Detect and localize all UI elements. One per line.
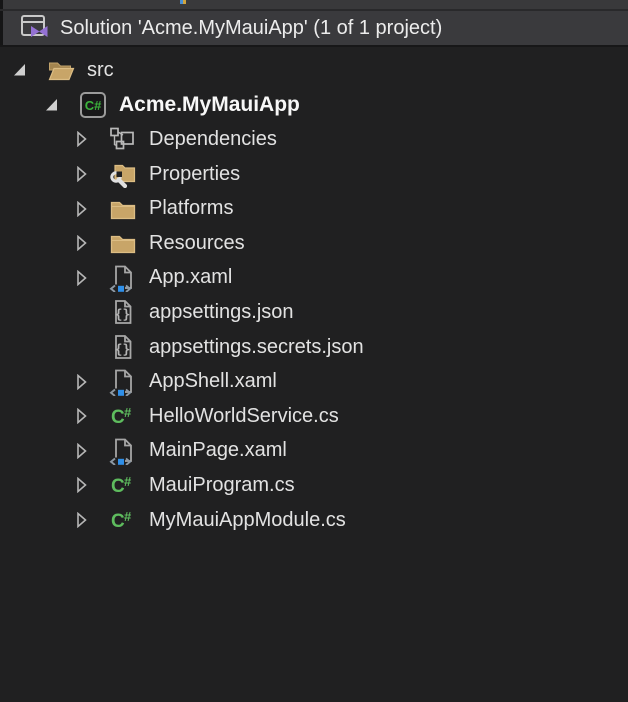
expander-collapsed-icon[interactable] [75,373,103,391]
svg-text:C#: C# [85,98,102,113]
svg-text:#: # [124,474,132,489]
svg-text:C: C [111,476,125,497]
tree-item-src[interactable]: src [0,53,628,88]
tree-item-label: AppShell.xaml [149,370,277,393]
visual-studio-solution-icon [18,13,52,43]
expander-collapsed-icon[interactable] [75,269,103,287]
svg-text:C: C [111,407,125,428]
tree-item-label: src [87,59,114,82]
expander-collapsed-icon[interactable] [75,442,103,460]
svg-text:#: # [124,509,132,524]
json-file-icon: {} [109,333,137,361]
expander-collapsed-icon[interactable] [75,511,103,529]
tree-item-label: MauiProgram.cs [149,474,295,497]
tree-item-label: Acme.MyMauiApp [119,93,300,117]
expander-collapsed-icon[interactable] [75,130,103,148]
dependencies-icon [109,125,137,153]
tree-item-dependencies[interactable]: Dependencies [0,122,628,157]
expander-placeholder [75,338,103,356]
solution-node[interactable]: Solution 'Acme.MyMauiApp' (1 of 1 projec… [0,11,628,45]
csharp-file-icon: C# [109,506,137,534]
csharp-file-icon: C# [109,402,137,430]
xaml-file-icon [109,264,137,292]
tree-item-acme-mymauiapp[interactable]: C# Acme.MyMauiApp [0,88,628,123]
tree-item-label: Dependencies [149,128,277,151]
xaml-file-icon [109,437,137,465]
expander-collapsed-icon[interactable] [75,407,103,425]
tree-item-app-xaml[interactable]: App.xaml [0,261,628,296]
tree-item-appsettings-secrets-json[interactable]: {} appsettings.secrets.json [0,330,628,365]
tree-item-appsettings-json[interactable]: {} appsettings.json [0,295,628,330]
csharp-project-icon: C# [79,91,107,119]
tree-item-platforms[interactable]: Platforms [0,191,628,226]
tree-item-label: HelloWorldService.cs [149,405,339,428]
tree-item-helloworldservice-cs[interactable]: C# HelloWorldService.cs [0,399,628,434]
expander-collapsed-icon[interactable] [75,165,103,183]
expander-collapsed-icon[interactable] [75,234,103,252]
folder-open-icon [47,56,75,84]
clipped-toolbar-icon-fragment [183,0,186,4]
tree-item-mainpage-xaml[interactable]: MainPage.xaml [0,434,628,469]
tree-item-label: appsettings.json [149,301,294,324]
tree-item-label: Resources [149,232,245,255]
expander-collapsed-icon[interactable] [75,200,103,218]
svg-text:#: # [124,405,132,420]
svg-text:C: C [111,511,125,532]
solution-title: Solution 'Acme.MyMauiApp' (1 of 1 projec… [60,17,442,40]
tree-item-label: Platforms [149,197,233,220]
xaml-file-icon [109,368,137,396]
tree-item-label: Properties [149,163,240,186]
tree-item-resources[interactable]: Resources [0,226,628,261]
expander-expanded-icon[interactable] [45,96,73,114]
solution-explorer-tree: srcC#Acme.MyMauiAppDependenciesPropertie… [0,47,628,537]
json-file-icon: {} [109,298,137,326]
tree-item-label: appsettings.secrets.json [149,336,364,359]
tree-item-label: App.xaml [149,266,232,289]
csharp-file-icon: C# [109,471,137,499]
folder-icon [109,195,137,223]
folder-icon [109,229,137,257]
properties-wrench-icon [109,160,137,188]
tree-item-label: MainPage.xaml [149,439,287,462]
tree-item-mymauiappmodule-cs[interactable]: C# MyMauiAppModule.cs [0,503,628,538]
tree-item-mauiprogram-cs[interactable]: C# MauiProgram.cs [0,468,628,503]
svg-text:{}: {} [115,343,131,358]
tree-item-appshell-xaml[interactable]: AppShell.xaml [0,364,628,399]
svg-text:{}: {} [115,308,131,323]
expander-collapsed-icon[interactable] [75,476,103,494]
expander-placeholder [75,303,103,321]
tree-item-properties[interactable]: Properties [0,157,628,192]
solution-explorer-panel: Solution 'Acme.MyMauiApp' (1 of 1 projec… [0,0,628,702]
expander-expanded-icon[interactable] [13,61,41,79]
toolbar-strip [0,0,628,9]
tree-item-label: MyMauiAppModule.cs [149,509,346,532]
